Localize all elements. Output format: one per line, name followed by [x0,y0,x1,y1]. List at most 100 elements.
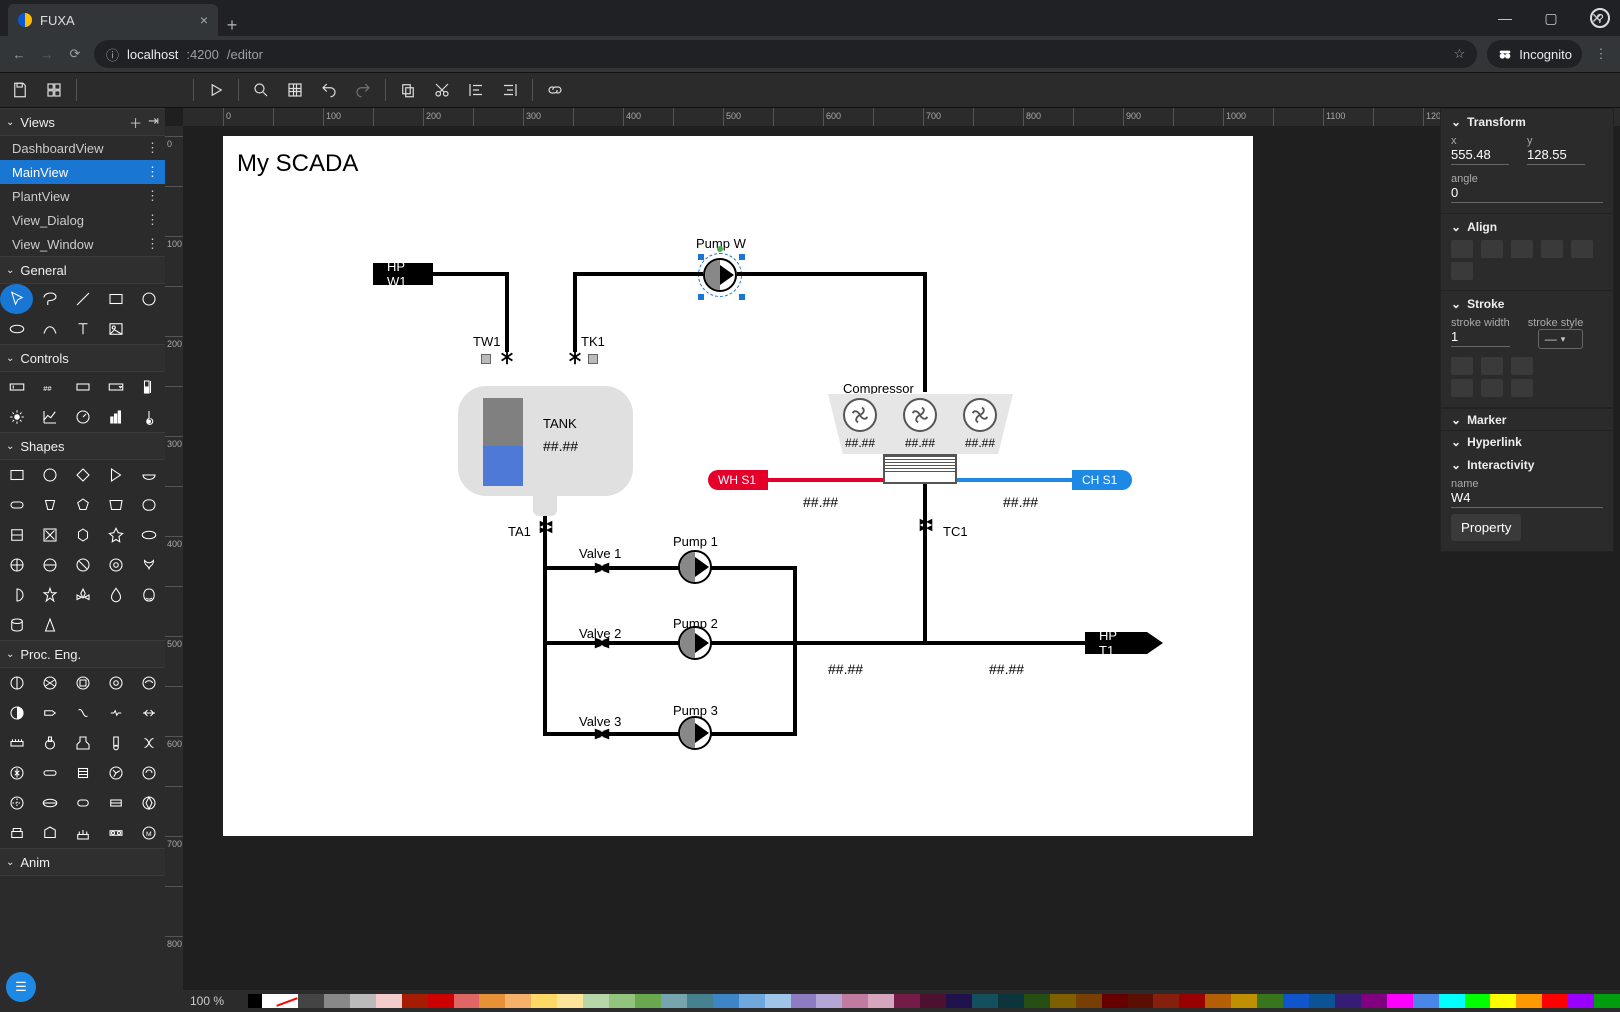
tool-circle[interactable] [132,284,165,314]
color-swatch[interactable] [1594,994,1620,1008]
pipe-hot[interactable] [768,478,883,482]
pump-w[interactable] [703,258,737,292]
interactivity-header[interactable]: ⌄Interactivity [1451,458,1603,472]
color-swatch[interactable] [1413,994,1439,1008]
shape-tool-23[interactable] [99,580,132,610]
color-swatch[interactable] [946,994,972,1008]
tool-ellipse[interactable] [0,314,33,344]
import-view-icon[interactable]: ⇥ [148,113,159,132]
ctrl-progress[interactable] [132,372,165,402]
stroke-width-input[interactable]: 1 [1451,329,1510,347]
shape-tool-7[interactable] [66,490,99,520]
browser-tab[interactable]: FUXA × [8,4,218,36]
color-swatch[interactable] [402,994,428,1008]
color-swatch[interactable] [1231,994,1257,1008]
proceng-tool-27[interactable] [66,818,99,848]
color-swatch[interactable] [1568,994,1594,1008]
tool-text[interactable] [66,314,99,344]
color-swatch[interactable] [765,994,791,1008]
valve-1[interactable] [593,559,611,577]
color-swatch[interactable] [972,994,998,1008]
pipe[interactable] [433,272,509,276]
color-swatch[interactable] [276,994,298,1008]
color-swatch[interactable] [1102,994,1128,1008]
proceng-tool-20[interactable] [0,788,33,818]
shape-tool-20[interactable] [0,580,33,610]
align-center-h-icon[interactable] [1481,240,1503,258]
cap-round-icon[interactable] [1481,357,1503,375]
more-icon[interactable]: ⋮ [146,236,159,252]
color-swatch[interactable] [1542,994,1568,1008]
more-icon[interactable]: ⋮ [146,212,159,228]
fab-menu[interactable]: ☰ [6,972,36,1002]
color-swatch[interactable] [1153,994,1179,1008]
proceng-tool-0[interactable] [0,668,33,698]
color-swatch[interactable] [920,994,946,1008]
name-input[interactable]: W4 [1451,490,1603,508]
more-icon[interactable]: ⋮ [146,140,159,156]
ctrl-thermo[interactable] [132,402,165,432]
align-right-icon[interactable] [1511,240,1533,258]
shape-tool-15[interactable] [0,550,33,580]
color-swatch[interactable] [1465,994,1491,1008]
star-icon[interactable]: ☆ [1454,46,1466,62]
color-swatch[interactable] [583,994,609,1008]
align-left-icon[interactable] [1451,240,1473,258]
color-swatch[interactable] [1128,994,1154,1008]
property-button[interactable]: Property [1451,514,1521,541]
shape-tool-22[interactable] [66,580,99,610]
forward-icon[interactable]: → [38,47,56,62]
color-swatch[interactable] [505,994,531,1008]
more-icon[interactable]: ⋮ [146,188,159,204]
url-input[interactable]: ⓘ localhost:4200/editor ☆ [94,40,1477,68]
color-swatch[interactable] [1024,994,1050,1008]
color-swatch[interactable] [531,994,557,1008]
shape-tool-16[interactable] [33,550,66,580]
y-input[interactable]: 128.55 [1527,147,1585,165]
pipe[interactable] [543,516,547,736]
tool-path[interactable] [33,314,66,344]
view-item-window[interactable]: View_Window⋮ [0,232,165,256]
color-swatch[interactable] [1490,994,1516,1008]
shape-tool-8[interactable] [99,490,132,520]
view-item-plant[interactable]: PlantView⋮ [0,184,165,208]
tag-wh-s1[interactable]: WH S1 [708,470,768,490]
color-swatch[interactable] [1335,994,1361,1008]
maximize-icon[interactable]: ▢ [1528,0,1574,36]
valve-tw1[interactable] [498,348,516,366]
proceng-tool-11[interactable] [33,728,66,758]
join-bevel-icon[interactable] [1511,379,1533,397]
color-swatch[interactable] [248,994,262,1008]
save-icon[interactable] [6,76,34,104]
cap-square-icon[interactable] [1511,357,1533,375]
color-swatch[interactable] [1516,994,1542,1008]
pipe-cold[interactable] [957,478,1072,482]
proceng-tool-23[interactable] [99,788,132,818]
general-header[interactable]: ⌄General [0,256,165,284]
proceng-tool-18[interactable] [99,758,132,788]
color-swatch[interactable] [791,994,817,1008]
tag-hp-w1[interactable]: HP W1 [373,263,433,285]
view-item-dialog[interactable]: View_Dialog⋮ [0,208,165,232]
back-icon[interactable]: ← [10,47,28,62]
color-swatch[interactable] [324,994,350,1008]
help-icon[interactable]: ? [1590,8,1610,28]
anim-header[interactable]: ⌄Anim [0,848,165,876]
shape-tool-14[interactable] [132,520,165,550]
proceng-tool-21[interactable] [33,788,66,818]
view-item-dashboard[interactable]: DashboardView⋮ [0,136,165,160]
shape-tool-4[interactable] [132,460,165,490]
undo-icon[interactable] [315,76,343,104]
tag-hp-t1[interactable]: HP T1 [1085,632,1147,654]
selection-handle[interactable] [698,254,704,260]
proceng-tool-8[interactable] [99,698,132,728]
export-icon[interactable] [40,76,68,104]
color-swatch[interactable] [1050,994,1076,1008]
proceng-tool-29[interactable]: M [132,818,165,848]
pump-3[interactable] [678,716,712,750]
proceng-tool-5[interactable] [0,698,33,728]
menu-icon[interactable]: ⋮ [1592,46,1610,62]
color-swatch[interactable] [868,994,894,1008]
proceng-tool-17[interactable] [66,758,99,788]
cut-icon[interactable] [428,76,456,104]
